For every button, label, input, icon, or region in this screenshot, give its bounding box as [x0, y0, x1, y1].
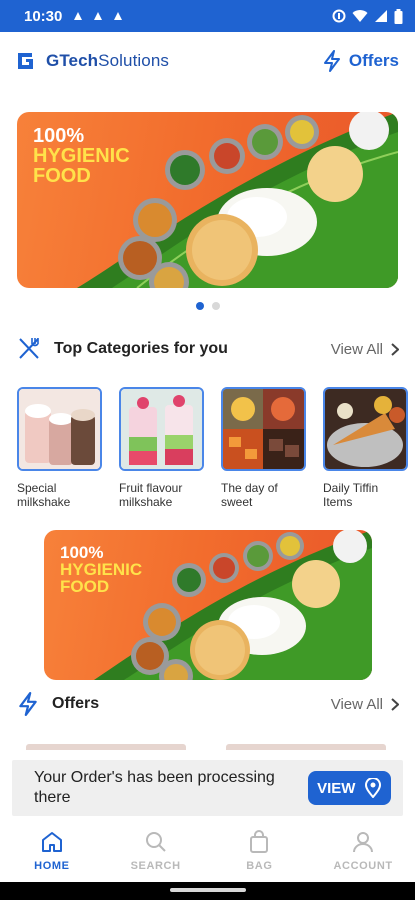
- chevron-right-icon: [391, 342, 399, 356]
- category-thumbnail: [221, 387, 306, 471]
- tab-label: BAG: [246, 860, 273, 872]
- category-item[interactable]: Daily Tiffin Items: [323, 387, 408, 509]
- view-order-label: VIEW: [317, 779, 356, 797]
- category-thumbnail: [119, 387, 204, 471]
- promo-banner-secondary[interactable]: 100% HYGIENIC FOOD: [44, 530, 372, 680]
- tab-label: HOME: [34, 860, 70, 872]
- lightning-icon: [323, 50, 340, 72]
- view-order-button[interactable]: VIEW: [307, 771, 391, 805]
- section-title: Top Categories for you: [54, 340, 228, 357]
- view-all-label: View All: [330, 695, 383, 713]
- system-nav-bar: [0, 882, 415, 900]
- banner-line-3: FOOD: [33, 165, 91, 187]
- notification-icon: [114, 12, 123, 20]
- banner-headline: 100% HYGIENIC FOOD: [60, 544, 142, 595]
- order-status-message: Your Order's has been processing there: [34, 769, 275, 806]
- view-all-link[interactable]: View All: [331, 696, 399, 713]
- offers-link-label: Offers: [348, 51, 399, 70]
- top-categories-header: Top Categories for you View All: [16, 336, 399, 362]
- fork-knife-icon: [19, 338, 39, 359]
- notification-icons: [72, 10, 124, 22]
- tab-home[interactable]: HOME: [0, 820, 104, 882]
- brand-name: GTechSolutions: [46, 51, 169, 71]
- tab-search[interactable]: SEARCH: [104, 820, 208, 882]
- tab-bag[interactable]: BAG: [208, 820, 312, 882]
- status-time: 10:30: [24, 7, 63, 25]
- category-thumbnail: [17, 387, 102, 471]
- lightning-icon: [19, 692, 37, 716]
- location-pin-icon: [365, 778, 382, 798]
- brand-prefix: GTech: [46, 51, 99, 70]
- chevron-right-icon: [391, 697, 399, 711]
- data-saver-icon: [332, 9, 346, 23]
- view-all-link[interactable]: View All: [331, 341, 399, 358]
- offer-card[interactable]: [226, 744, 386, 750]
- category-label: Daily Tiffin Items: [323, 481, 379, 509]
- offers-header: Offers View All: [16, 692, 399, 716]
- promo-banner[interactable]: 100% HYGIENIC FOOD: [17, 112, 398, 288]
- brand-suffix: Solutions: [98, 51, 169, 70]
- carousel-dot-active[interactable]: [195, 302, 204, 310]
- brand-logo[interactable]: GTechSolutions: [16, 51, 169, 71]
- category-list: Special milkshake Fruit flavour milkshak…: [17, 387, 412, 509]
- banner-line-2: HYGIENIC: [33, 145, 130, 167]
- offer-card[interactable]: [26, 744, 186, 750]
- status-bar: 10:30: [0, 0, 415, 32]
- milkshake-image: [19, 389, 100, 469]
- bottom-tab-bar: HOME SEARCH BAG ACCOUNT: [0, 820, 415, 882]
- home-icon: [41, 832, 62, 852]
- category-label: The day of sweet: [221, 481, 278, 509]
- battery-icon: [394, 8, 403, 24]
- tab-label: ACCOUNT: [333, 860, 393, 872]
- tiffin-image: [325, 389, 406, 469]
- fruit-milkshake-image: [121, 389, 202, 469]
- tab-account[interactable]: ACCOUNT: [311, 820, 415, 882]
- carousel-dot[interactable]: [211, 302, 220, 310]
- category-label: Fruit flavour milkshake: [119, 481, 183, 509]
- category-item[interactable]: Special milkshake: [17, 387, 102, 509]
- home-gesture-handle[interactable]: [170, 888, 246, 892]
- offers-link[interactable]: Offers: [323, 50, 399, 72]
- order-status-bar: Your Order's has been processing there V…: [12, 760, 403, 816]
- system-icons: [332, 8, 403, 24]
- sweets-image: [223, 389, 304, 469]
- banner-line-1: 100%: [60, 543, 104, 562]
- tab-label: SEARCH: [130, 860, 181, 872]
- view-all-label: View All: [330, 340, 383, 358]
- app-bar: GTechSolutions Offers: [0, 32, 415, 90]
- search-icon: [145, 832, 166, 852]
- bag-icon: [250, 830, 269, 853]
- offers-carousel: [26, 744, 386, 750]
- banner-headline: 100% HYGIENIC FOOD: [33, 126, 130, 186]
- logo-icon: [18, 53, 33, 69]
- account-icon: [353, 832, 374, 853]
- category-item[interactable]: Fruit flavour milkshake: [119, 387, 204, 509]
- section-title: Offers: [52, 695, 100, 712]
- notification-icon: [94, 12, 103, 20]
- carousel-indicator: [0, 302, 415, 310]
- wifi-icon: [352, 10, 368, 22]
- banner-line-2: HYGIENIC: [60, 560, 143, 579]
- category-thumbnail: [323, 387, 408, 471]
- banner-line-1: 100%: [33, 125, 85, 147]
- banner-line-3: FOOD: [60, 577, 110, 596]
- notification-icon: [74, 12, 83, 20]
- category-item[interactable]: The day of sweet: [221, 387, 306, 509]
- signal-icon: [375, 10, 387, 22]
- category-label: Special milkshake: [17, 481, 71, 509]
